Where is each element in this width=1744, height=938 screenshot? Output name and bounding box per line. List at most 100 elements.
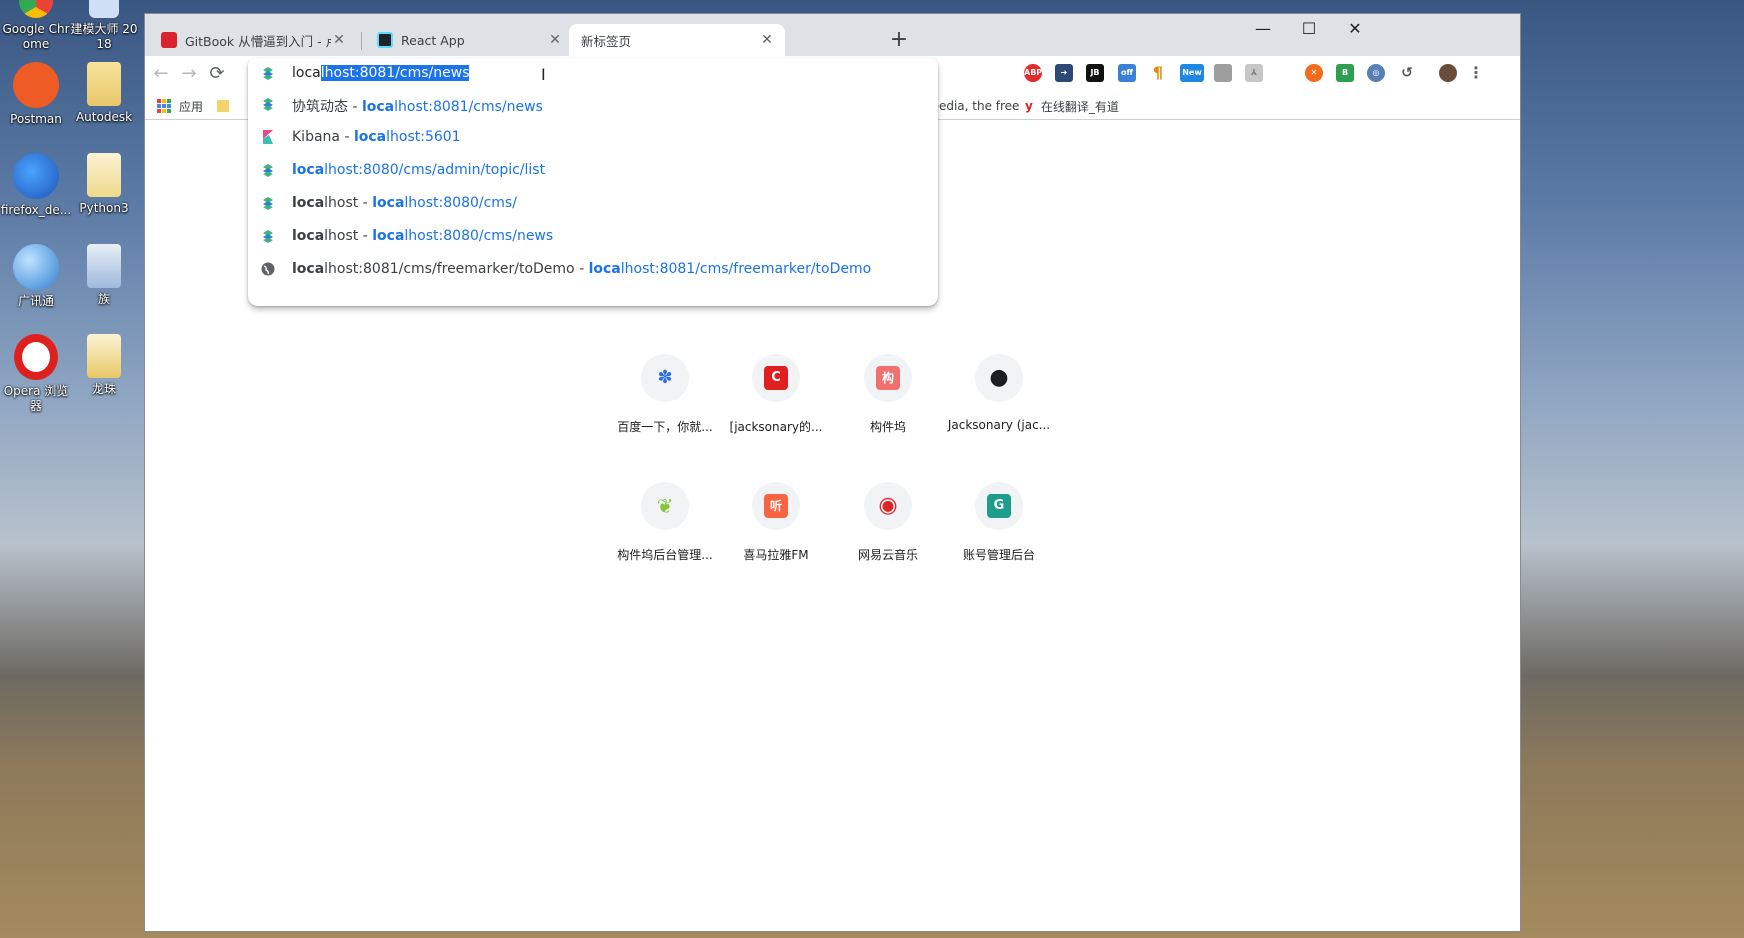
desktop-icon-label: Google Chrome <box>2 22 70 51</box>
maximize-button[interactable]: ☐ <box>1286 14 1332 46</box>
suggestion-separator: - <box>348 99 362 115</box>
desktop-icon-autodesk[interactable]: Autodesk <box>68 62 140 125</box>
gray-ext-icon[interactable] <box>1214 64 1232 82</box>
folder-icon <box>87 62 121 106</box>
reload-button[interactable]: ⟳ <box>205 62 229 86</box>
shortcut-label: 百度一下，你就... <box>617 420 713 434</box>
orange-ext-icon[interactable]: ✕ <box>1305 64 1323 82</box>
owl-ext-icon[interactable]: ◎ <box>1367 64 1385 82</box>
suggestion-url: lhost:5601 <box>386 129 461 145</box>
suggestion-title-match: loca <box>292 261 325 277</box>
suggestion-url: lhost:8081/cms/news <box>394 99 543 115</box>
shortcut-tile[interactable]: C [jacksonary的... <box>721 354 831 435</box>
opera-icon <box>14 334 58 380</box>
close-icon[interactable]: ✕ <box>759 32 775 48</box>
desktop-icon-jianmo[interactable]: 建模大师 2018 <box>68 0 140 52</box>
shortcut-label: Jacksonary (jac... <box>947 418 1051 432</box>
minimize-button[interactable]: — <box>1240 14 1286 46</box>
tab-gitbook[interactable]: GitBook 从懵逼到入门 - 卢小喵 ✕ <box>151 24 357 56</box>
adblock-icon[interactable]: ABP <box>1024 64 1042 82</box>
bookmark-folder[interactable] <box>217 96 229 116</box>
suggestion-title: 协筑动态 <box>292 99 348 115</box>
desktop-icon-postman[interactable]: Postman <box>0 62 72 127</box>
address-text[interactable]: localhost:8081/cms/news <box>292 65 470 81</box>
suggestion-separator: - <box>340 129 354 145</box>
back-button[interactable]: ← <box>149 62 173 86</box>
jb-icon[interactable]: JB <box>1086 64 1104 82</box>
csdn-icon: C <box>764 366 788 390</box>
avatar[interactable] <box>1439 64 1457 82</box>
menu-button[interactable]: ⋮ <box>1467 64 1485 82</box>
suggestion-url-match: loca <box>361 99 395 115</box>
folder-icon <box>217 100 229 112</box>
suggestion-item[interactable]: localhost:8080/cms/admin/topic/list <box>248 154 938 187</box>
pilcrow-icon[interactable]: ¶ <box>1149 64 1167 82</box>
tab-new-tab[interactable]: 新标签页 ✕ <box>569 24 785 56</box>
desktop-icon-label: 龙珠 <box>91 382 116 396</box>
forward-button[interactable]: → <box>177 62 201 86</box>
document-icon <box>87 244 121 288</box>
tab-react-app[interactable]: React App ✕ <box>367 24 573 56</box>
suggestion-item[interactable]: localhost - localhost:8080/cms/news <box>248 220 938 253</box>
shortcut-tile[interactable]: ❦ 构件坞后台管理... <box>610 482 720 563</box>
suggestion-item[interactable]: localhost:8081/cms/freemarker/toDemo - l… <box>248 253 938 286</box>
github-icon: ● <box>989 365 1009 390</box>
suggestion-item[interactable]: localhost - localhost:8080/cms/ <box>248 187 938 220</box>
desktop-icon-label: Python3 <box>79 201 129 215</box>
shortcut-label: 账号管理后台 <box>962 548 1035 562</box>
bookmark-apps[interactable]: 应用 <box>157 96 203 116</box>
desktop-icon-chrome[interactable]: Google Chrome <box>0 0 72 52</box>
bookmark-wikipedia[interactable]: ipedia, the free <box>928 96 1019 116</box>
bookmark-label: ipedia, the free <box>928 99 1020 113</box>
suggestion-item[interactable]: 协筑动态 - localhost:8081/cms/news <box>248 88 938 121</box>
green-ext-icon[interactable]: B <box>1336 64 1354 82</box>
arrow-ext-icon[interactable]: ➔ <box>1055 64 1073 82</box>
shortcut-tile[interactable]: 听 喜马拉雅FM <box>721 482 831 563</box>
suggestion-url-match: loca <box>588 261 621 277</box>
off-ext-icon[interactable]: off <box>1118 64 1136 82</box>
shortcut-tile[interactable]: G 账号管理后台 <box>944 482 1054 563</box>
desktop-icon-longzhu[interactable]: 龙珠 <box>68 334 140 397</box>
shortcut-tile[interactable]: 构 构件坞 <box>833 354 943 435</box>
site-icon <box>263 197 273 210</box>
history-icon[interactable]: ↺ <box>1398 64 1416 82</box>
folder-icon <box>87 153 121 197</box>
close-icon[interactable]: ✕ <box>331 32 347 48</box>
desktop-icon-zu[interactable]: 族 <box>68 244 140 307</box>
suggestion-title: lhost:8081/cms/freemarker/toDemo <box>324 261 575 277</box>
suggestion-title: Kibana <box>292 129 340 145</box>
tab-strip: GitBook 从懵逼到入门 - 卢小喵 ✕ React App ✕ 新标签页 … <box>145 14 1520 56</box>
suggestion-url-match: loca <box>372 228 405 244</box>
bookmark-youdao[interactable]: y 在线翻译_有道 <box>1025 96 1119 116</box>
site-icon <box>263 230 273 243</box>
ximalaya-icon: 听 <box>764 494 788 518</box>
pdf-ext-icon[interactable]: ⅄ <box>1245 64 1263 82</box>
shortcut-label: 喜马拉雅FM <box>743 548 809 562</box>
firefox-icon <box>13 153 59 199</box>
site-icon <box>263 67 273 80</box>
suggestion-url: lhost:8080/cms/admin/topic/list <box>324 162 546 178</box>
desktop-icon-guangxuntong[interactable]: 广讯通 <box>0 244 72 309</box>
suggestion-item[interactable]: Kibana - localhost:5601 <box>248 121 938 154</box>
suggestion-title: lhost <box>324 228 359 244</box>
new-ext-icon[interactable]: New <box>1180 64 1204 82</box>
tab-title: 新标签页 <box>581 33 632 49</box>
shortcut-tile[interactable]: ● Jacksonary (jac... <box>944 354 1054 432</box>
close-icon[interactable]: ✕ <box>547 32 563 48</box>
desktop-icon-label: Opera 浏览器 <box>3 384 69 413</box>
close-window-button[interactable]: ✕ <box>1332 14 1378 46</box>
suggestion-url-match: loca <box>292 162 325 178</box>
react-favicon-icon <box>377 32 393 48</box>
desktop-icon-opera[interactable]: Opera 浏览器 <box>0 334 72 414</box>
suggestion-url-match: loca <box>353 129 387 145</box>
desktop-icon-label: firefox_de... <box>0 203 72 217</box>
address-bar[interactable]: localhost:8081/cms/news I <box>248 58 938 88</box>
new-tab-button[interactable]: + <box>885 26 913 54</box>
desktop-icon-label: Postman <box>10 112 62 126</box>
shortcut-tile[interactable]: ◉ 网易云音乐 <box>833 482 943 563</box>
desktop-icon-firefox[interactable]: firefox_de... <box>0 153 72 218</box>
shortcut-tile[interactable]: ✽ 百度一下，你就... <box>610 354 720 435</box>
chrome-icon <box>19 0 53 18</box>
desktop-icon-python3[interactable]: Python3 <box>68 153 140 216</box>
suggestion-url: lhost:8081/cms/freemarker/toDemo <box>620 261 872 277</box>
